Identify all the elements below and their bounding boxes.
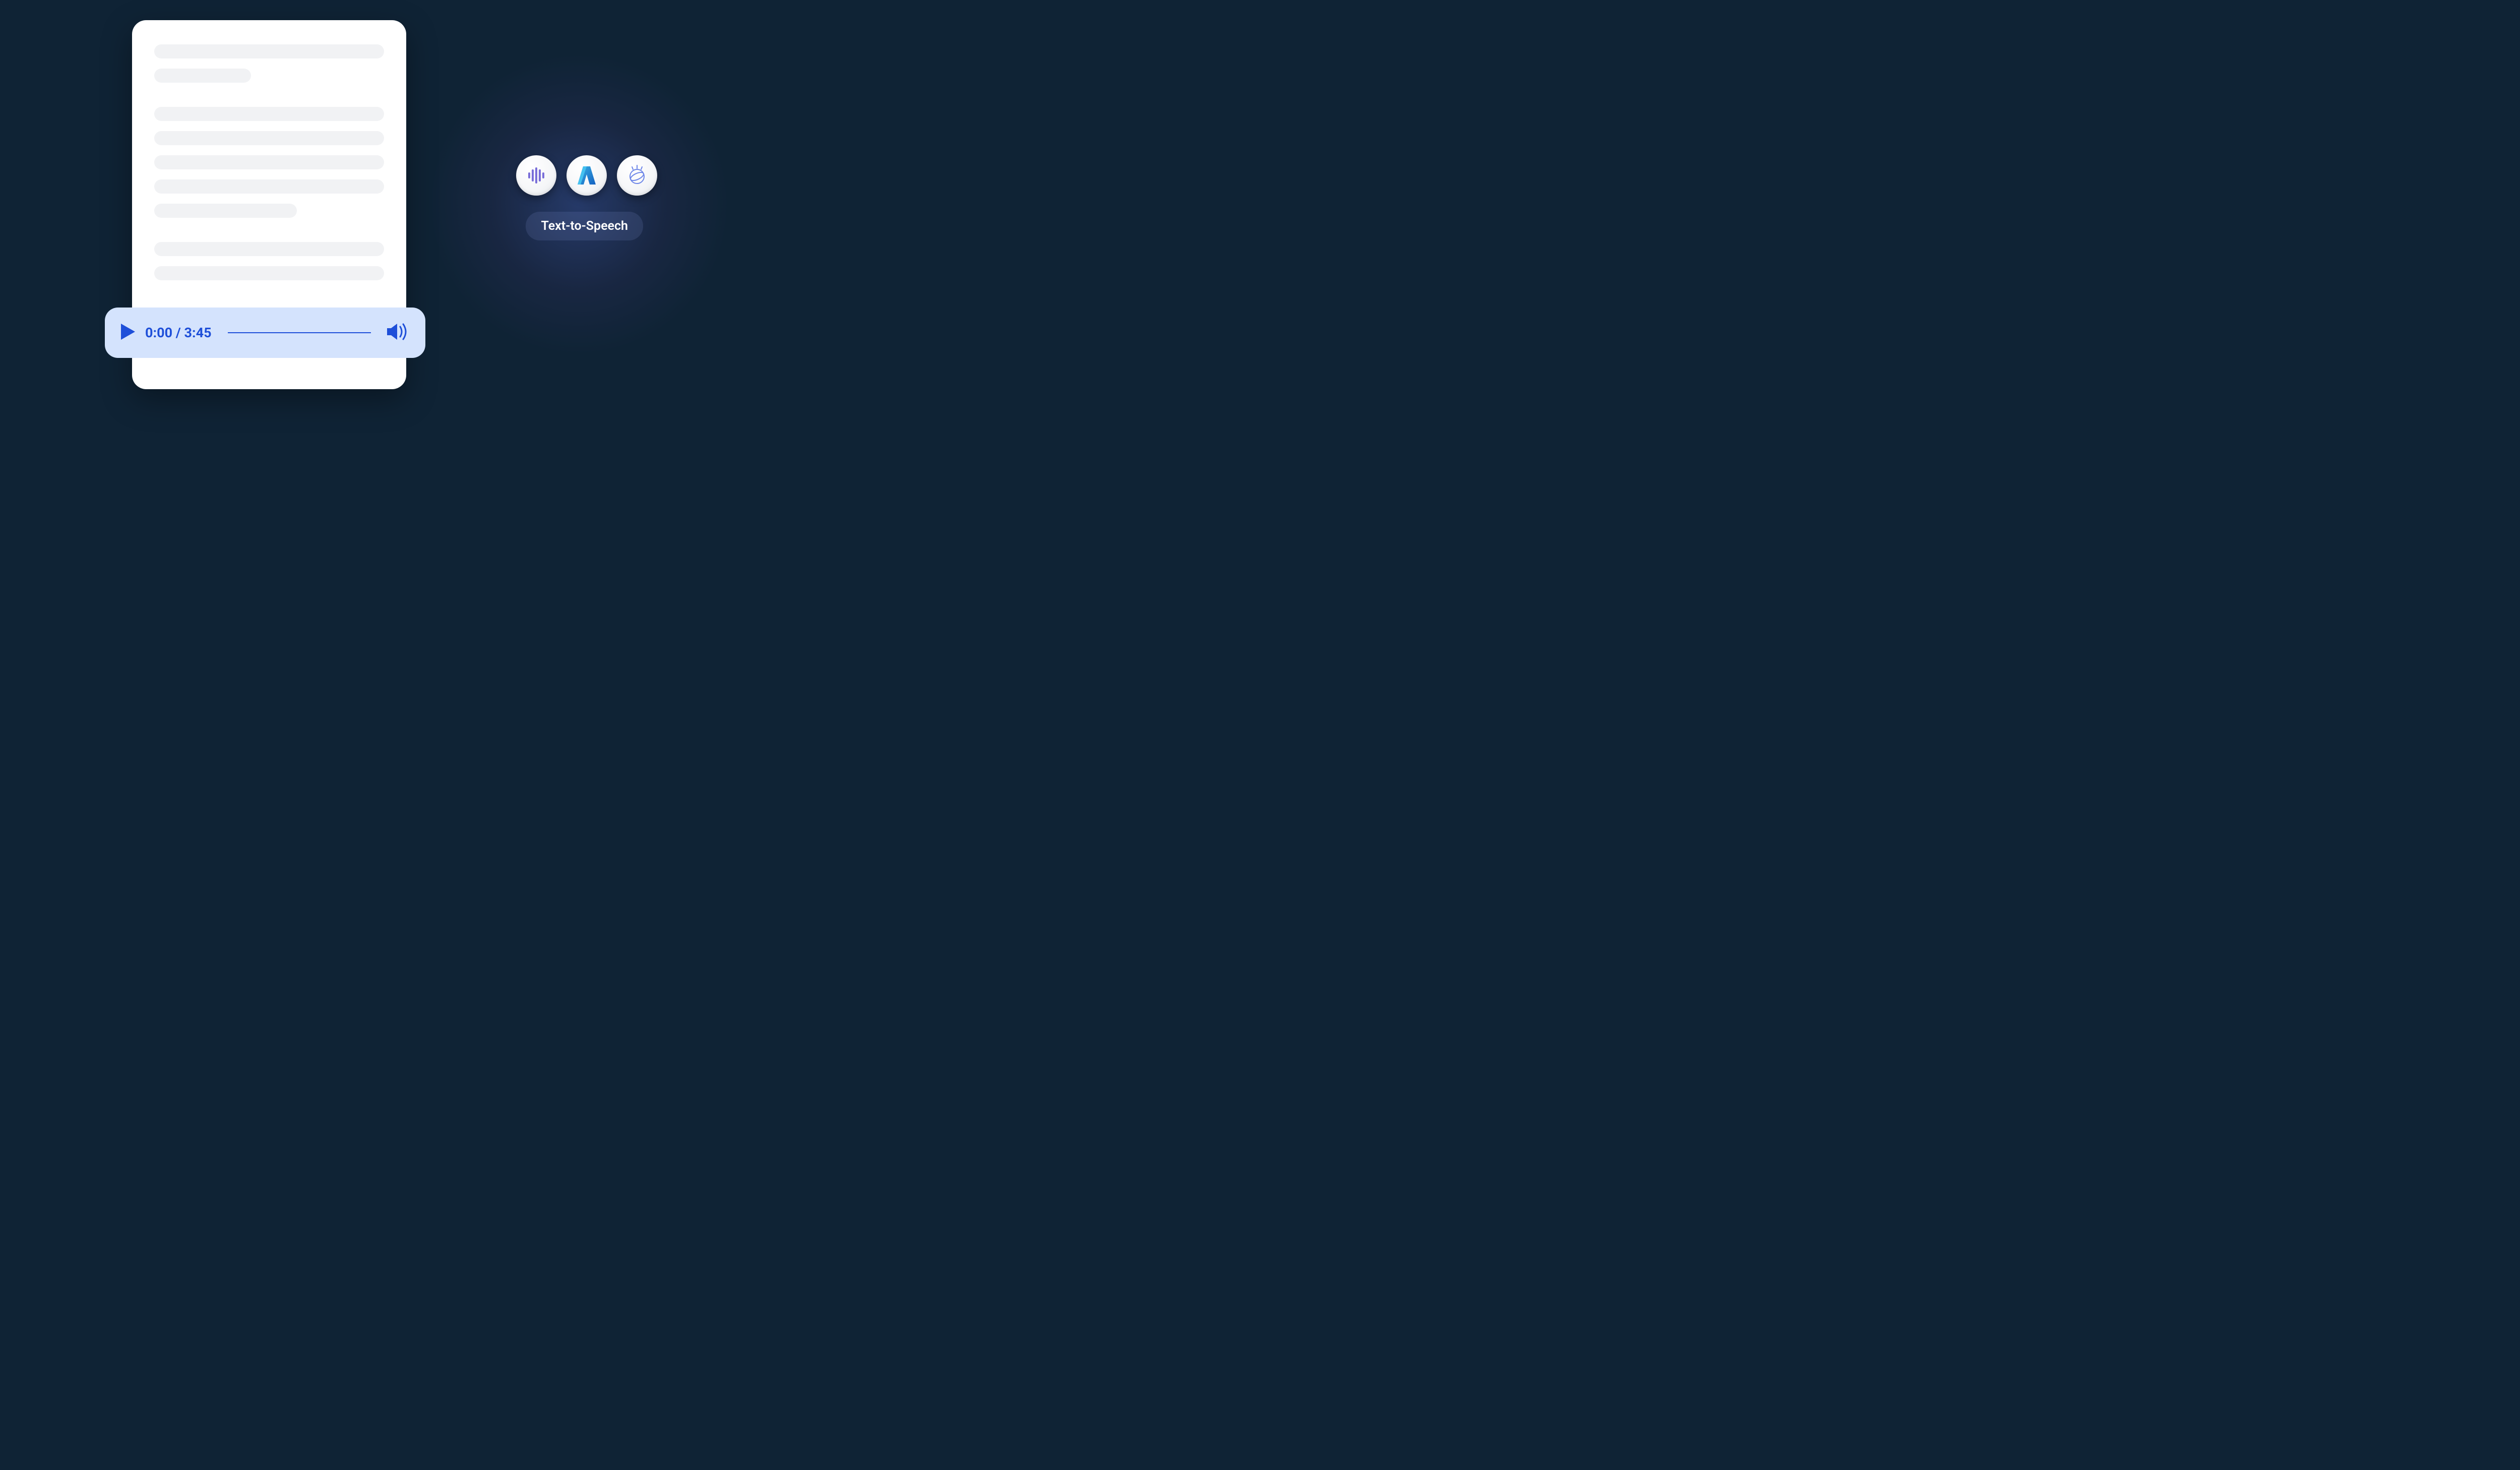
sound-waves-icon	[526, 165, 546, 186]
time-separator: /	[172, 325, 184, 341]
play-icon	[121, 324, 135, 340]
text-placeholder-line	[154, 204, 297, 218]
volume-icon	[387, 323, 409, 341]
background-glow	[427, 53, 730, 355]
text-placeholder-line	[154, 179, 384, 194]
audio-player: 0:00 / 3:45	[105, 308, 425, 358]
text-placeholder-line	[154, 44, 384, 58]
text-placeholder-line	[154, 242, 384, 256]
service-icon-azure	[566, 155, 607, 196]
volume-button[interactable]	[387, 323, 409, 343]
tts-badge-label: Text-to-Speech	[541, 219, 628, 233]
text-placeholder-line	[154, 131, 384, 145]
progress-track[interactable]	[228, 332, 371, 333]
text-placeholder-line	[154, 266, 384, 280]
azure-a-icon	[576, 164, 598, 187]
service-icon-watson	[617, 155, 657, 196]
current-time: 0:00	[145, 325, 172, 341]
tts-badge: Text-to-Speech	[526, 212, 643, 240]
time-display: 0:00 / 3:45	[145, 325, 212, 341]
service-icon-soundwaves	[516, 155, 556, 196]
text-placeholder-line	[154, 155, 384, 169]
text-placeholder-line	[154, 107, 384, 121]
duration: 3:45	[184, 325, 212, 341]
text-placeholder-line	[154, 69, 251, 83]
play-button[interactable]	[121, 324, 135, 342]
service-icons-row	[516, 155, 657, 196]
watson-globe-icon	[626, 164, 648, 187]
